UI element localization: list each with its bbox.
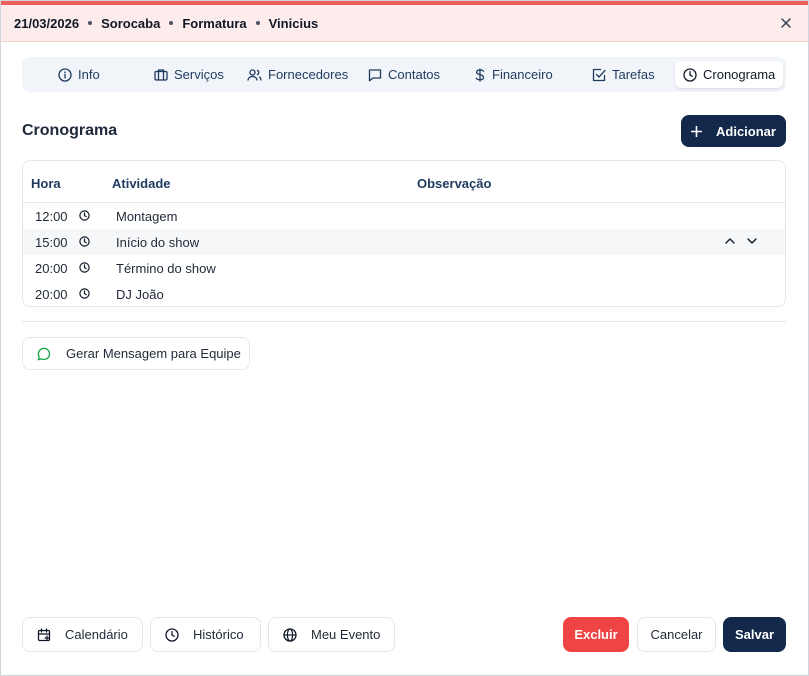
row-time: 20:00 [35, 261, 68, 276]
users-icon [247, 68, 262, 81]
clock-icon [79, 288, 90, 299]
table-header: Hora Atividade Observação [23, 161, 785, 203]
table-row[interactable]: 12:00 Montagem [23, 203, 785, 229]
event-city: Sorocaba [101, 15, 161, 31]
briefcase-icon [154, 68, 168, 81]
row-activity: Montagem [116, 209, 178, 224]
column-header-atividade: Atividade [112, 176, 171, 191]
history-button-label: Histórico [193, 627, 244, 642]
table-row[interactable]: 15:00 Início do show [23, 229, 785, 255]
tab-financeiro[interactable]: Financeiro [466, 61, 561, 88]
clock-icon [79, 262, 90, 273]
table-row[interactable]: 20:00 DJ João [23, 281, 785, 306]
close-icon[interactable] [777, 14, 795, 32]
generate-team-message-button[interactable]: Gerar Mensagem para Equipe [22, 337, 250, 370]
my-event-button[interactable]: Meu Evento [268, 617, 395, 652]
clock-icon [165, 627, 179, 642]
tab-fornecedores[interactable]: Fornecedores [239, 61, 356, 88]
dollar-icon [475, 68, 485, 81]
row-activity: Término do show [116, 261, 216, 276]
tab-label: Tarefas [612, 67, 655, 82]
tab-servicos[interactable]: Serviços [146, 61, 232, 88]
page-title: Cronograma [22, 122, 118, 139]
event-type: Formatura [182, 15, 247, 31]
tab-info[interactable]: Info [50, 61, 108, 88]
clock-icon [79, 210, 90, 221]
message-circle-icon [37, 347, 51, 360]
calendar-plus-icon [37, 627, 51, 641]
separator-dot [255, 21, 260, 25]
globe-icon [283, 627, 297, 642]
clock-icon [79, 236, 90, 247]
row-activity: DJ João [116, 287, 164, 302]
separator-dot [88, 21, 93, 25]
tab-bar: Info Serviços Fornecedores Contatos Fina… [22, 57, 786, 92]
save-button[interactable]: Salvar [723, 617, 786, 652]
chevron-up-icon[interactable] [723, 234, 737, 248]
add-button[interactable]: Adicionar [681, 115, 786, 147]
history-button[interactable]: Histórico [150, 617, 261, 652]
column-header-hora: Hora [31, 176, 61, 191]
cancel-button[interactable]: Cancelar [637, 617, 716, 652]
tab-label: Fornecedores [268, 67, 349, 82]
row-time: 15:00 [35, 235, 68, 250]
row-time: 12:00 [35, 209, 68, 224]
row-activity: Início do show [116, 235, 200, 250]
delete-button[interactable]: Excluir [563, 617, 629, 652]
tab-label: Serviços [174, 67, 224, 82]
message-square-icon [368, 68, 382, 81]
tab-contatos[interactable]: Contatos [360, 61, 448, 88]
tab-label: Contatos [388, 67, 441, 82]
schedule-table: Hora Atividade Observação 12:00 Montagem… [22, 160, 786, 307]
calendar-button-label: Calendário [65, 627, 128, 642]
chevron-down-icon[interactable] [745, 234, 759, 248]
event-header: 21/03/2026 Sorocaba Formatura Vinicius [0, 5, 809, 42]
event-client: Vinicius [268, 15, 319, 31]
event-date: 21/03/2026 [14, 15, 80, 31]
clock-icon [683, 67, 697, 82]
row-reorder-controls [723, 234, 759, 248]
tab-cronograma[interactable]: Cronograma [675, 61, 784, 88]
calendar-button[interactable]: Calendário [22, 617, 143, 652]
separator-dot [169, 21, 174, 25]
info-icon [58, 67, 72, 82]
check-square-icon [592, 68, 606, 81]
divider [22, 321, 786, 322]
generate-team-message-label: Gerar Mensagem para Equipe [66, 346, 241, 361]
add-button-label: Adicionar [716, 123, 776, 139]
column-header-observacao: Observação [417, 176, 492, 191]
row-time: 20:00 [35, 287, 68, 302]
tab-label: Info [78, 67, 100, 82]
plus-icon [691, 125, 703, 137]
tab-tarefas[interactable]: Tarefas [584, 61, 663, 88]
tab-label: Cronograma [703, 67, 776, 82]
table-row[interactable]: 20:00 Término do show [23, 255, 785, 281]
tab-label: Financeiro [492, 67, 553, 82]
my-event-button-label: Meu Evento [311, 627, 381, 642]
